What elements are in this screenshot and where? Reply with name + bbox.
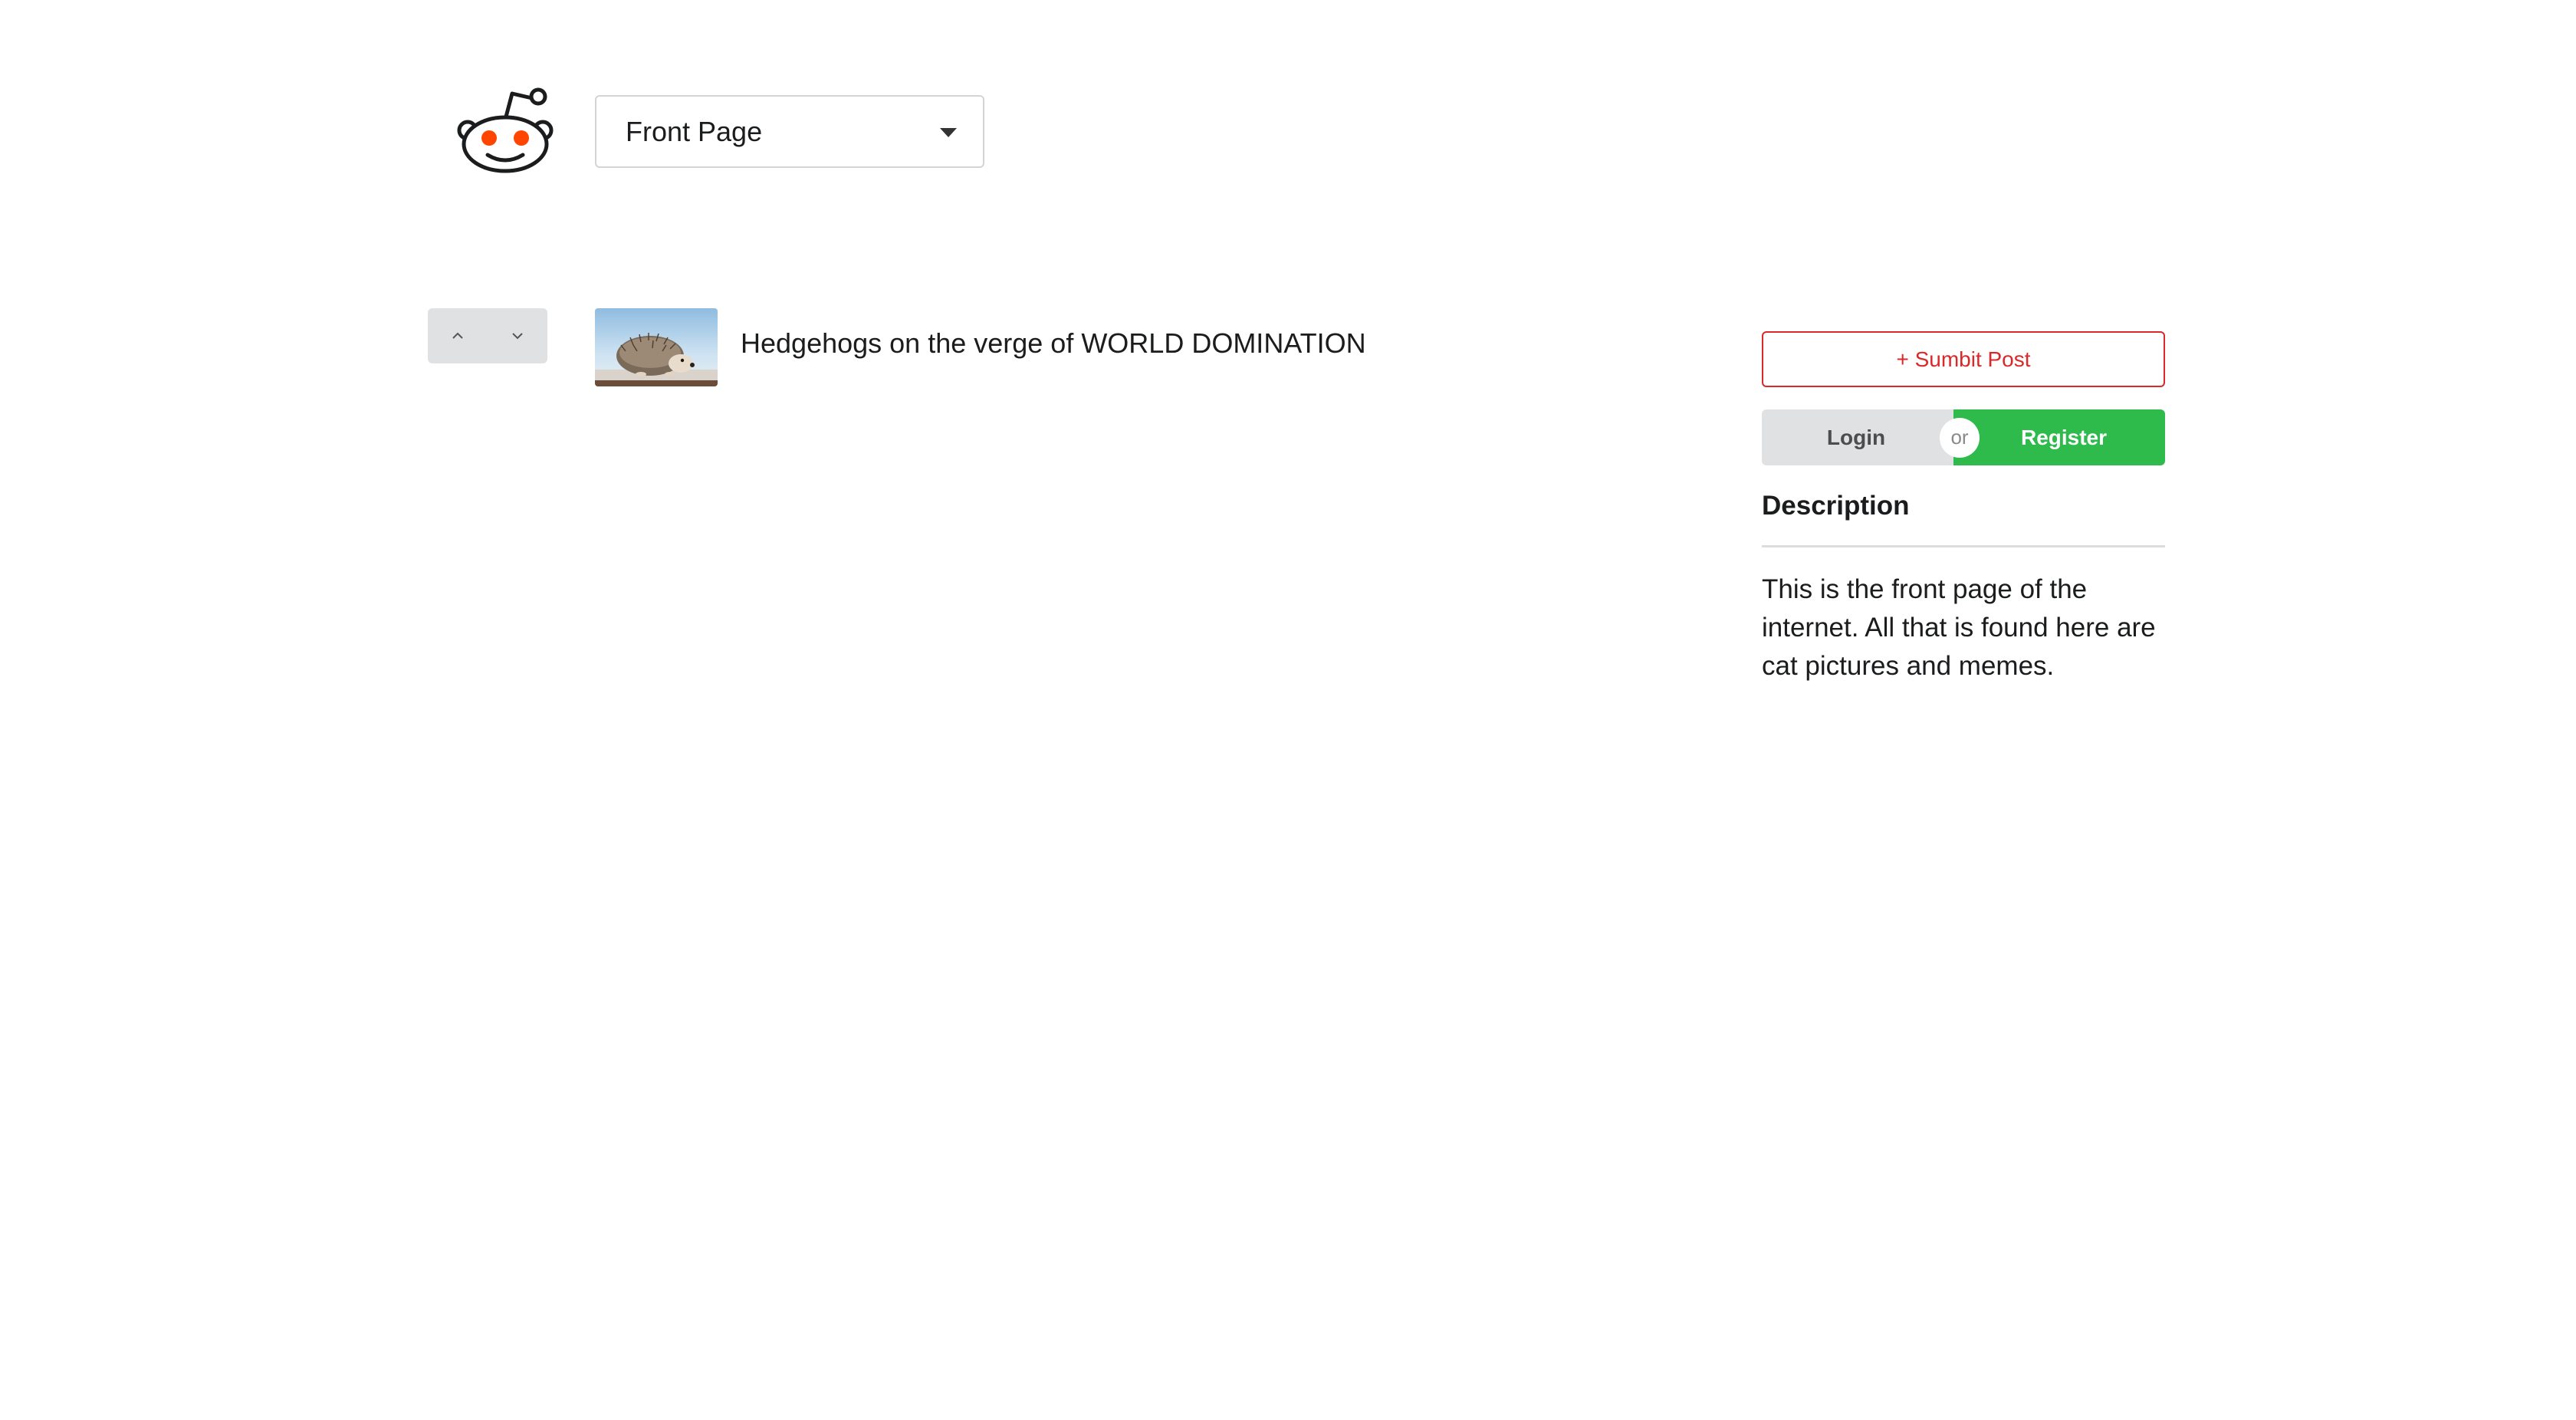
description-divider — [1762, 545, 2165, 547]
reddit-logo-icon[interactable] — [455, 84, 555, 175]
login-button[interactable]: Login — [1762, 409, 1961, 465]
subreddit-dropdown[interactable]: Front Page — [595, 95, 984, 168]
hedgehog-thumbnail — [595, 308, 718, 386]
auth-buttons: Login Register or — [1762, 409, 2165, 465]
submit-post-button[interactable]: + Sumbit Post — [1762, 331, 2165, 387]
chevron-up-icon — [452, 332, 463, 339]
post-title[interactable]: Hedgehogs on the verge of WORLD DOMINATI… — [741, 327, 1366, 360]
dropdown-selected-text: Front Page — [626, 116, 763, 147]
caret-down-icon — [940, 128, 957, 137]
register-button[interactable]: Register — [1953, 409, 2165, 465]
upvote-button[interactable] — [428, 308, 488, 363]
downvote-button[interactable] — [488, 308, 547, 363]
or-divider-badge: or — [1940, 418, 1980, 458]
chevron-down-icon — [512, 333, 523, 340]
description-text: This is the front page of the internet. … — [1762, 574, 2156, 681]
post-thumbnail[interactable] — [595, 308, 718, 386]
description-heading: Description — [1762, 491, 1910, 521]
vote-buttons — [428, 308, 547, 363]
